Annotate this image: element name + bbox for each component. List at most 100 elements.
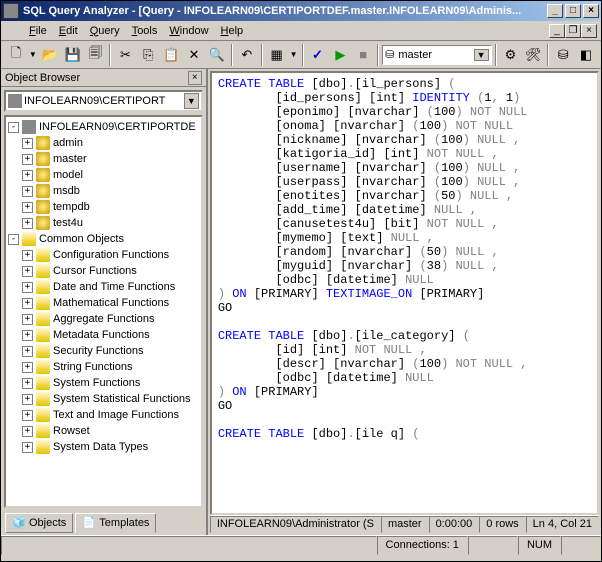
expander-icon[interactable]: + [22,138,33,149]
expander-icon[interactable]: + [22,154,33,165]
show-plan-button[interactable]: ◧ [575,44,597,66]
tree-folder[interactable]: + Mathematical Functions [8,295,199,311]
expander-icon[interactable]: + [22,346,33,357]
expander-icon[interactable]: + [22,362,33,373]
expander-icon[interactable]: + [22,202,33,213]
tree-label: Mathematical Functions [53,297,169,309]
tab-templates[interactable]: 📄Templates [75,513,156,533]
database-combo[interactable]: ⛁ master ▼ [382,45,491,65]
menu-query[interactable]: Query [84,23,126,39]
expander-icon[interactable]: - [8,122,19,133]
expander-icon[interactable]: + [22,410,33,421]
tree-common-objects[interactable]: - Common Objects [8,231,199,247]
tree-db-tempdb[interactable]: +tempdb [8,199,199,215]
mdi-minimize[interactable]: _ [549,24,565,38]
folder-icon [36,312,50,326]
expander-icon[interactable]: + [22,282,33,293]
execute-button[interactable]: ▶ [329,44,351,66]
status-database: master [381,516,429,533]
sql-editor[interactable]: CREATE TABLE [dbo].[il_persons] ( [id_pe… [210,71,599,515]
tree-folder[interactable]: +Security Functions [8,343,199,359]
object-search-button[interactable]: ⛁ [552,44,574,66]
tab-objects[interactable]: 🧊Objects [5,513,73,533]
expander-icon[interactable]: + [22,218,33,229]
expander-icon[interactable]: + [22,426,33,437]
tree-label: test4u [53,217,83,229]
copy-button[interactable]: ⎘ [137,44,159,66]
tree-folder[interactable]: +String Functions [8,359,199,375]
tree-folder[interactable]: +Rowset [8,423,199,439]
mdi-close[interactable]: × [581,24,597,38]
new-query-button[interactable]: 🗋 [5,44,27,66]
clear-button[interactable]: ✕ [183,44,205,66]
chevron-down-icon[interactable]: ▼ [474,49,489,61]
expander-icon[interactable]: + [22,314,33,325]
tree-folder[interactable]: +Metadata Functions [8,327,199,343]
tree-folder[interactable]: +Text and Image Functions [8,407,199,423]
tree-folder[interactable]: +Cursor Functions [8,263,199,279]
expander-icon[interactable]: + [22,442,33,453]
expander-icon[interactable]: + [22,186,33,197]
tree-db-master[interactable]: + master [8,151,199,167]
estimated-plan-button[interactable]: ⚙ [500,44,522,66]
tree-label: INFOLEARN09\CERTIPORTDE [39,121,196,133]
save-button[interactable]: 💾 [62,44,84,66]
cut-button[interactable]: ✂ [114,44,136,66]
new-dropdown[interactable]: ▼ [28,44,38,66]
tree-folder[interactable]: +Date and Time Functions [8,279,199,295]
expander-icon[interactable]: + [22,298,33,309]
tree-folder[interactable]: +Aggregate Functions [8,311,199,327]
menu-window[interactable]: Window [163,23,214,39]
maximize-button[interactable]: □ [565,4,581,18]
tree-db-admin[interactable]: +admin [8,135,199,151]
object-browser-close[interactable]: × [188,71,202,85]
mdi-restore[interactable]: ❐ [565,24,581,38]
execute-mode-button[interactable]: ▦ [266,44,288,66]
expander-icon[interactable]: + [22,250,33,261]
chevron-down-icon[interactable]: ▼ [184,93,199,109]
undo-button[interactable]: ↶ [236,44,258,66]
editor-pane: CREATE TABLE [dbo].[il_persons] ( [id_pe… [208,69,601,535]
tree-db-test4u[interactable]: + test4u [8,215,199,231]
object-browser-button[interactable]: 🛠 [522,44,544,66]
expander-icon[interactable]: + [22,394,33,405]
tree-label: master [53,153,87,165]
app-icon [3,3,19,19]
tree-label: Common Objects [39,233,124,245]
db-icon [36,136,50,150]
menu-tools[interactable]: Tools [126,23,164,39]
open-button[interactable]: 📂 [39,44,61,66]
tree-folder[interactable]: +System Statistical Functions [8,391,199,407]
window-controls: _ □ × [547,4,599,18]
tree-root-server[interactable]: - INFOLEARN09\CERTIPORTDE [8,119,199,135]
folder-icon [22,232,36,246]
tree-folder[interactable]: +System Functions [8,375,199,391]
close-button[interactable]: × [583,4,599,18]
tree-db-msdb[interactable]: +msdb [8,183,199,199]
expander-icon[interactable]: + [22,330,33,341]
menu-help[interactable]: Help [215,23,250,39]
tree-folder[interactable]: +Configuration Functions [8,247,199,263]
expander-icon[interactable]: + [22,266,33,277]
saveall-button[interactable]: 🗐 [85,44,107,66]
paste-button[interactable]: 📋 [160,44,182,66]
tree-folder[interactable]: +System Data Types [8,439,199,455]
expander-icon[interactable]: - [8,234,19,245]
minimize-button[interactable]: _ [547,4,563,18]
cancel-exec-button[interactable]: ■ [352,44,374,66]
mdi-icon [5,24,19,38]
expander-icon[interactable]: + [22,170,33,181]
find-button[interactable]: 🔍 [206,44,228,66]
menu-edit[interactable]: Edit [53,23,84,39]
menu-file[interactable]: File [23,23,53,39]
mode-dropdown[interactable]: ▼ [289,44,299,66]
folder-icon [36,392,50,406]
object-tree[interactable]: -INFOLEARN09\CERTIPORTDE+admin+master+mo… [4,115,203,508]
tree-db-model[interactable]: +model [8,167,199,183]
folder-icon [36,296,50,310]
parse-button[interactable]: ✓ [307,44,329,66]
expander-icon[interactable]: + [22,378,33,389]
db-icon [36,168,50,182]
folder-icon [36,376,50,390]
server-combo[interactable]: INFOLEARN09\CERTIPORT ▼ [4,90,203,112]
